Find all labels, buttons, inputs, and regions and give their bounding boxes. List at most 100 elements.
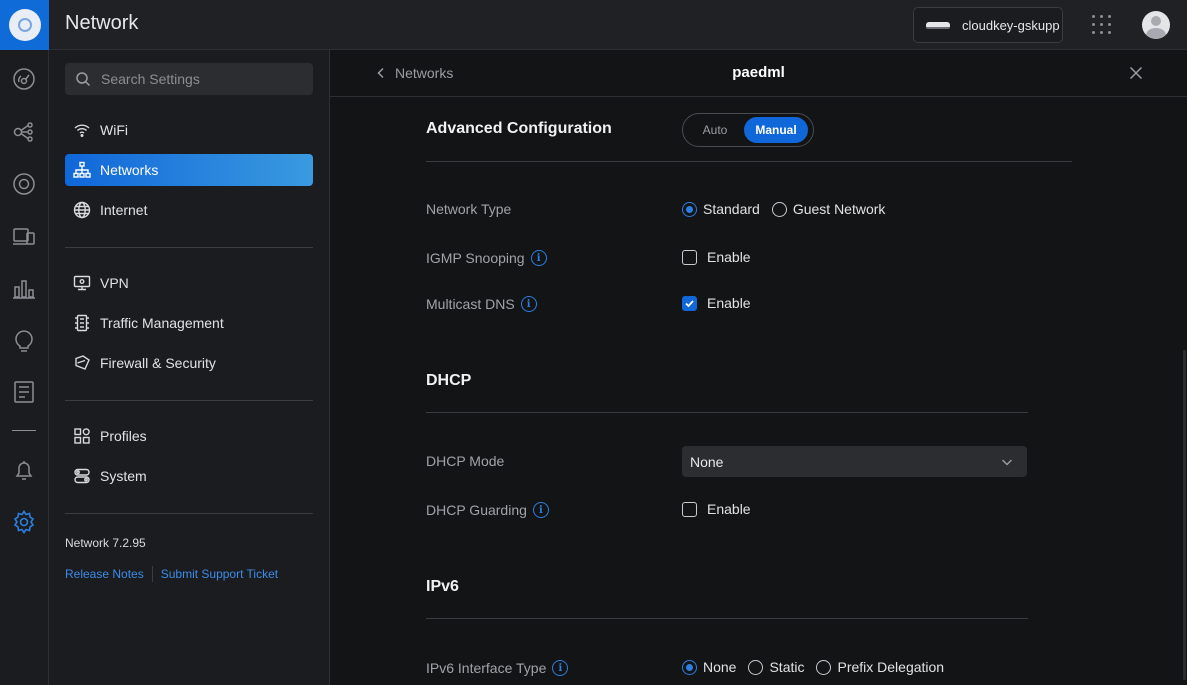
network-type-options: Standard Guest Network [682,201,897,217]
topology-icon[interactable] [12,120,36,144]
search-box[interactable] [65,63,313,95]
check-icon [685,299,694,307]
cloudkey-icon [926,21,950,29]
network-type-standard-radio[interactable] [682,201,697,217]
networks-icon [73,161,91,178]
dhcp-guarding-label: DHCP Guarding i [426,502,549,518]
globe-icon [73,201,91,219]
dhcp-mode-value: None [690,453,724,470]
network-type-guest-label[interactable]: Guest Network [793,201,886,217]
multicast-dns-checkbox[interactable] [682,295,697,311]
profiles-icon [74,428,90,444]
ipv6-interface-type-options: None Static Prefix Delegation [682,659,956,675]
logs-icon[interactable] [12,380,36,404]
dhcp-guarding-checkbox[interactable] [682,501,697,517]
multicast-dns-option: Enable [682,295,751,311]
settings-sidebar: WiFi Networks Internet VPN Traffic Manag… [49,50,330,685]
app-rail [0,50,49,685]
network-type-guest-radio[interactable] [771,201,787,217]
igmp-snooping-checkbox[interactable] [682,249,697,265]
close-icon[interactable] [1129,66,1143,80]
network-detail-panel: Networks paedml Advanced Configuration A… [330,50,1187,685]
section-divider [426,161,1072,162]
network-type-label: Network Type [426,201,512,217]
igmp-snooping-label: IGMP Snooping i [426,250,547,266]
top-bar: Network cloudkey-gskupp [0,0,1187,50]
igmp-snooping-option: Enable [682,249,751,265]
ipv6-prefix-delegation-radio[interactable] [816,659,832,675]
app-title: Network [65,12,139,34]
advanced-configuration-title: Advanced Configuration [426,120,612,137]
sidebar-item-label: Internet [100,202,148,218]
dhcp-mode-select[interactable]: None [682,446,1027,477]
chevron-down-icon [1002,459,1012,465]
sidebar-item-profiles[interactable]: Profiles [65,420,313,452]
settings-icon[interactable] [12,510,36,534]
traffic-icon [75,314,89,332]
apps-grid-icon[interactable] [1092,15,1112,35]
search-input[interactable] [101,71,301,87]
info-icon[interactable]: i [552,660,569,676]
ipv6-prefix-delegation-label[interactable]: Prefix Delegation [837,659,944,675]
sidebar-item-label: WiFi [100,122,128,138]
wifi-icon [74,124,90,137]
dhcp-mode-label: DHCP Mode [426,453,505,469]
sidebar-divider [65,513,313,514]
sidebar-item-internet[interactable]: Internet [65,194,313,226]
devices-icon[interactable] [12,172,36,196]
dhcp-guarding-enable-label[interactable]: Enable [707,501,751,517]
system-icon [74,468,90,484]
device-name: cloudkey-gskupp [962,17,1060,33]
sidebar-item-vpn[interactable]: VPN [65,267,313,299]
shield-icon [75,355,90,370]
panel-header: Networks paedml [330,50,1187,97]
sidebar-divider [65,400,313,401]
sidebar-item-label: System [100,468,147,484]
sidebar-item-wifi[interactable]: WiFi [65,114,313,146]
sidebar-item-firewall-security[interactable]: Firewall & Security [65,347,313,379]
sidebar-links: Release Notes Submit Support Ticket [65,566,278,582]
info-icon[interactable]: i [520,296,537,312]
release-notes-link[interactable]: Release Notes [65,567,144,581]
section-divider [426,618,1028,619]
network-type-standard-label[interactable]: Standard [703,201,760,217]
support-ticket-link[interactable]: Submit Support Ticket [161,567,278,581]
alerts-icon[interactable] [12,458,36,482]
user-avatar[interactable] [1142,11,1170,39]
igmp-snooping-enable-label[interactable]: Enable [707,249,751,265]
info-icon[interactable]: i [532,502,549,518]
device-selector-button[interactable]: cloudkey-gskupp [913,7,1063,43]
unifi-logo[interactable] [0,0,49,50]
logo-icon [8,9,41,41]
search-icon [76,72,91,87]
dashboard-icon[interactable] [12,67,36,91]
clients-icon[interactable] [12,224,36,248]
dhcp-section-title: DHCP [426,372,472,389]
panel-title: paedml [732,64,785,81]
insights-icon[interactable] [12,329,36,353]
sidebar-item-label: Profiles [100,428,147,444]
sidebar-item-label: Firewall & Security [100,355,216,371]
version-label: Network 7.2.95 [65,536,146,550]
mode-auto-button[interactable]: Auto [686,117,744,143]
sidebar-divider [65,247,313,248]
statistics-icon[interactable] [12,277,36,301]
sidebar-item-system[interactable]: System [65,460,313,492]
panel-scrollbar[interactable] [1183,350,1186,680]
sidebar-item-traffic-management[interactable]: Traffic Management [65,307,313,339]
ipv6-static-label[interactable]: Static [769,659,804,675]
ipv6-section-title: IPv6 [426,578,459,595]
link-divider [151,566,153,582]
ipv6-none-label[interactable]: None [703,659,736,675]
info-icon[interactable]: i [530,250,547,266]
multicast-dns-label: Multicast DNS i [426,296,537,312]
ipv6-none-radio[interactable] [682,659,697,675]
multicast-dns-enable-label[interactable]: Enable [707,295,751,311]
dhcp-guarding-option: Enable [682,501,751,517]
ipv6-static-radio[interactable] [748,659,764,675]
sidebar-item-networks[interactable]: Networks [65,154,313,186]
config-mode-toggle: Auto Manual [682,113,814,147]
sidebar-item-label: Networks [100,162,159,178]
mode-manual-button[interactable]: Manual [744,117,808,143]
section-divider [426,412,1028,413]
